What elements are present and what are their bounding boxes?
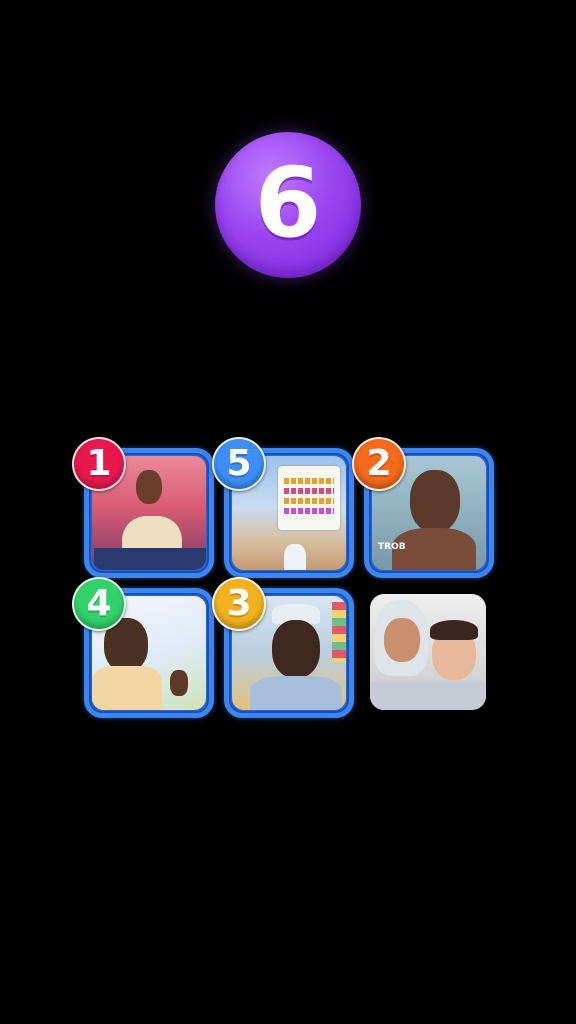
rank-badge-3: 3 — [212, 577, 266, 631]
rank-badge-label: 4 — [86, 582, 112, 624]
countdown-badge: 6 — [215, 132, 361, 278]
rank-badge-label: 3 — [226, 582, 252, 624]
rank-badge-5: 5 — [212, 437, 266, 491]
rank-badge-label: 2 — [366, 442, 392, 484]
countdown-ranking-screen: 6 1 5 TROB 2 4 3 — [0, 0, 576, 1024]
rank-badge-label: 1 — [86, 442, 112, 484]
rank-badge-label: 5 — [226, 442, 252, 484]
rank-badge-4: 4 — [72, 577, 126, 631]
photo-image — [370, 594, 486, 710]
rank-badge-1: 1 — [72, 437, 126, 491]
tile-overlay-text: TROB — [378, 542, 406, 552]
rank-badge-2: 2 — [352, 437, 406, 491]
countdown-number: 6 — [254, 147, 322, 259]
photo-tile-6[interactable] — [370, 594, 486, 710]
